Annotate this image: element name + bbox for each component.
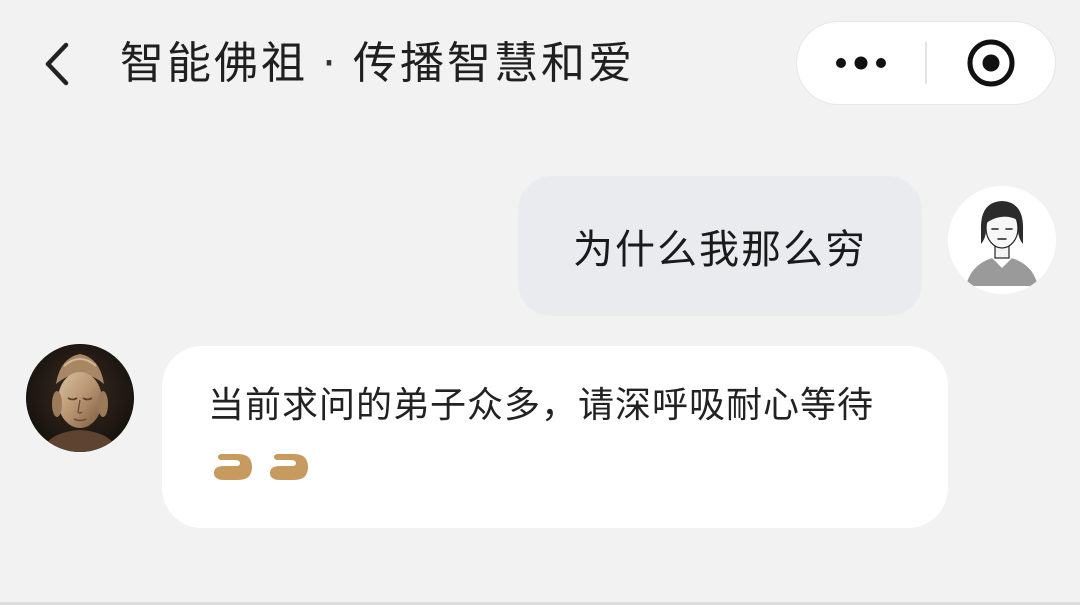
chevron-left-icon (45, 42, 69, 86)
page-title: 智能佛祖 · 传播智慧和爱 (120, 34, 635, 94)
buddha-avatar[interactable] (26, 344, 134, 452)
user-message-text: 为什么我那么穷 (573, 227, 867, 273)
user-message-bubble: 为什么我那么穷 (518, 176, 922, 316)
close-button[interactable] (927, 22, 1055, 104)
more-button[interactable] (797, 22, 925, 104)
target-circle-icon (967, 39, 1015, 87)
top-bar: 智能佛祖 · 传播智慧和爱 (0, 0, 1080, 130)
bot-message-text: 当前求问的弟子众多，请深呼吸耐心等待 (208, 385, 875, 426)
more-dots-icon (836, 56, 886, 70)
bot-message-bubble: 当前求问的弟子众多，请深呼吸耐心等待 (162, 346, 948, 528)
user-avatar-icon[interactable] (948, 186, 1056, 294)
mini-program-capsule (797, 22, 1055, 104)
typing-indicator (214, 454, 308, 480)
back-button[interactable] (28, 32, 88, 96)
title-separator: · (322, 38, 339, 89)
title-slogan: 传播智慧和爱 (353, 38, 635, 89)
title-name: 智能佛祖 (120, 38, 308, 89)
